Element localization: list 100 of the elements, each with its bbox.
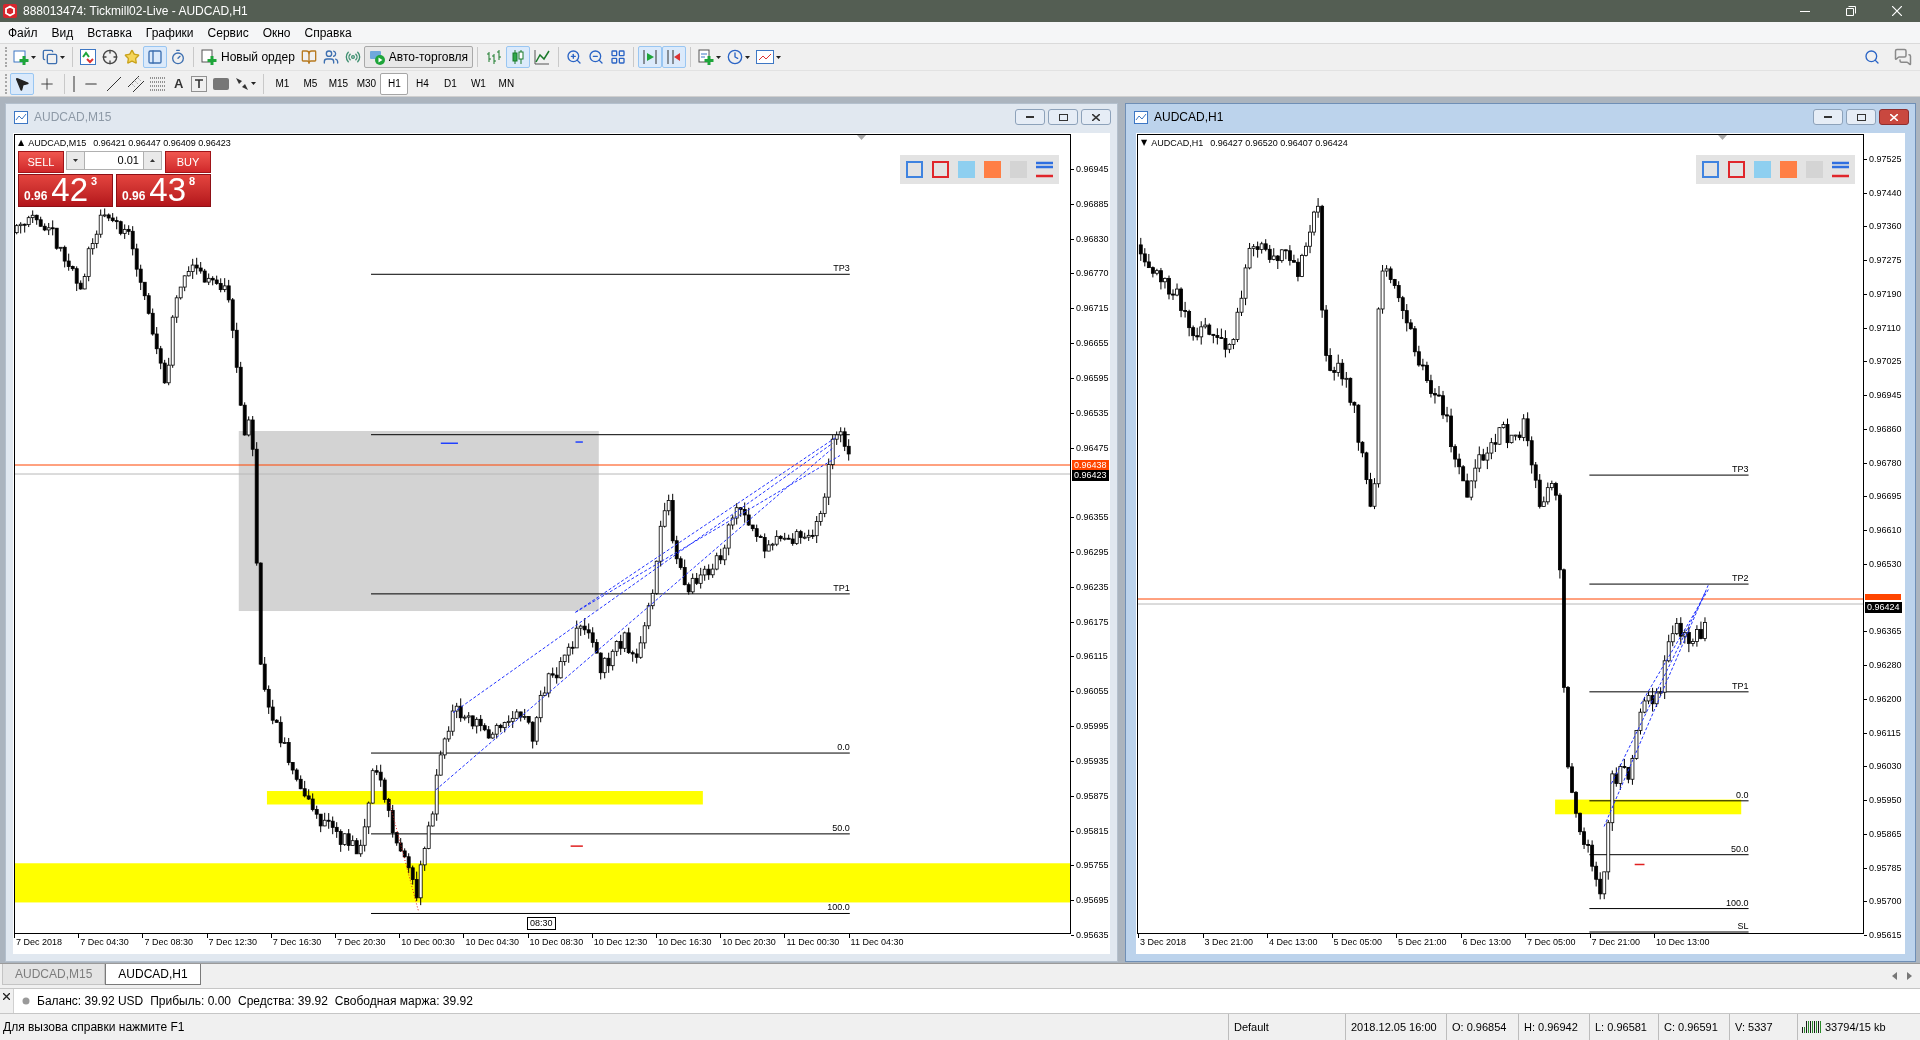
menu-item[interactable]: Окно	[255, 22, 298, 43]
time-axis-label: 10 Dec 16:30	[658, 937, 712, 947]
channel-icon[interactable]	[128, 75, 144, 92]
caret-icon[interactable]	[716, 55, 722, 59]
bid-price-label: 0.96423	[1072, 470, 1109, 481]
menu-item[interactable]: Файл	[1, 22, 45, 43]
caret-down-icon[interactable]	[73, 159, 78, 162]
status-cell: V: 5337	[1729, 1014, 1797, 1040]
arrows-icon[interactable]	[235, 76, 250, 91]
market-watch-icon[interactable]	[80, 49, 96, 65]
square-outline-icon[interactable]	[1702, 161, 1719, 178]
price-axis-label: 0.95635	[1076, 930, 1109, 941]
search-icon[interactable]	[1864, 49, 1880, 65]
minimize-icon[interactable]	[1800, 10, 1810, 12]
status-cell: L: 0.96581	[1589, 1014, 1658, 1040]
zoom-out-icon[interactable]	[588, 49, 605, 65]
price-pips: 42	[51, 177, 89, 203]
timeframe-button[interactable]: M1	[268, 72, 297, 95]
maximize-icon[interactable]	[1058, 113, 1068, 121]
timeframe-button[interactable]: M15	[324, 72, 353, 95]
time-axis-label: 10 Dec 20:30	[722, 937, 776, 947]
timeframe-button[interactable]: W1	[464, 72, 493, 95]
text-tool[interactable]: A	[169, 72, 189, 95]
close-icon[interactable]	[3, 993, 10, 1000]
menu-item[interactable]: Сервис	[200, 22, 256, 43]
caret-icon[interactable]	[776, 55, 782, 59]
line-styles-icon[interactable]	[1832, 161, 1849, 178]
rectangle-icon[interactable]	[213, 77, 230, 90]
maximize-button[interactable]	[1846, 109, 1876, 125]
star-icon[interactable]	[124, 49, 140, 65]
signals-icon[interactable]	[344, 49, 361, 65]
restore-icon[interactable]	[1846, 6, 1856, 16]
square-outline-icon[interactable]	[932, 161, 949, 178]
buy-button[interactable]: BUY	[165, 151, 211, 173]
document-plus-icon[interactable]	[201, 49, 217, 65]
auto-trading-icon[interactable]	[368, 49, 385, 65]
menu-item[interactable]: Вставка	[80, 22, 139, 43]
bid-price-label: 0.96424	[1865, 602, 1902, 613]
zoom-in-icon[interactable]	[566, 49, 583, 65]
line-styles-icon[interactable]	[1036, 161, 1053, 178]
price-axis-label: 0.97190	[1869, 288, 1902, 299]
timeframe-button[interactable]: H4	[408, 72, 437, 95]
sell-button[interactable]: SELL	[18, 151, 64, 173]
close-button[interactable]	[1879, 109, 1909, 125]
users-icon[interactable]	[322, 49, 339, 65]
scroll-right-icon[interactable]	[1907, 972, 1912, 980]
price-axis-label: 0.96780	[1869, 457, 1902, 468]
profiles-icon[interactable]	[42, 49, 58, 65]
price-prefix: 0.96	[24, 190, 48, 202]
menu-item[interactable]: Справка	[297, 22, 359, 43]
menu-item[interactable]: Вид	[44, 22, 81, 43]
book-icon[interactable]	[300, 49, 317, 65]
vertical-line-icon[interactable]	[72, 75, 76, 92]
price-axis-label: 0.95815	[1076, 825, 1109, 836]
maximize-icon[interactable]	[1856, 113, 1866, 121]
navigator-icon[interactable]	[102, 49, 118, 65]
tester-icon[interactable]	[170, 49, 186, 65]
symbol-label: AUDCAD,M15	[28, 138, 87, 148]
price-axis-label: 0.96235	[1076, 581, 1109, 592]
square-outline-icon[interactable]	[906, 161, 923, 178]
text-label-icon[interactable]	[191, 75, 208, 92]
caret-icon[interactable]	[745, 55, 751, 59]
price-axis-label: 0.96860	[1869, 423, 1902, 434]
fibonacci-icon[interactable]	[150, 75, 166, 92]
close-button[interactable]	[1081, 109, 1111, 125]
clock-icon[interactable]	[727, 49, 744, 65]
template-icon[interactable]	[756, 49, 775, 65]
caret-icon[interactable]	[251, 82, 257, 85]
close-icon[interactable]	[1092, 113, 1100, 121]
price-axis-label: 0.95865	[1869, 828, 1902, 839]
square-outline-icon[interactable]	[1728, 161, 1745, 178]
direction-marker[interactable]: ▲	[18, 138, 25, 148]
new-order-button[interactable]: Новый ордер	[198, 46, 298, 68]
time-axis-label: 7 Dec 04:30	[80, 937, 129, 947]
chat-icon[interactable]	[1894, 48, 1912, 66]
caret-icon[interactable]	[60, 55, 65, 59]
trend-line-icon[interactable]	[106, 75, 122, 92]
timeframe-button[interactable]: MN	[492, 72, 521, 95]
minimize-button[interactable]	[1015, 109, 1045, 125]
timeframe-button[interactable]: M30	[352, 72, 381, 95]
timeframe-button[interactable]: M5	[296, 72, 325, 95]
time-axis-label: 3 Dec 2018	[1140, 937, 1187, 947]
tile-windows-icon[interactable]	[610, 49, 627, 65]
maximize-button[interactable]	[1048, 109, 1078, 125]
auto-trading-button[interactable]: Авто-торговля	[363, 46, 474, 68]
caret-icon[interactable]	[31, 55, 36, 59]
timeframe-button[interactable]: D1	[436, 72, 465, 95]
status-cell: O: 0.96854	[1446, 1014, 1518, 1040]
menu-item[interactable]: Графики	[138, 22, 201, 43]
lot-field[interactable]: 0.01	[85, 151, 143, 170]
scroll-left-icon[interactable]	[1892, 972, 1897, 980]
time-axis-label: 6 Dec 13:00	[1462, 937, 1512, 947]
account-summary-item: Баланс: 39.92 USD	[37, 994, 144, 1008]
direction-marker[interactable]: ▼	[1141, 138, 1148, 148]
minimize-button[interactable]	[1813, 109, 1843, 125]
chart-tab[interactable]: AUDCAD,H1	[105, 964, 201, 985]
chart-window-title: AUDCAD,M15	[34, 110, 112, 124]
timeframe-button[interactable]: H1	[380, 72, 409, 95]
caret-up-icon[interactable]	[150, 159, 155, 162]
price-axis-label: 0.96030	[1869, 761, 1902, 772]
